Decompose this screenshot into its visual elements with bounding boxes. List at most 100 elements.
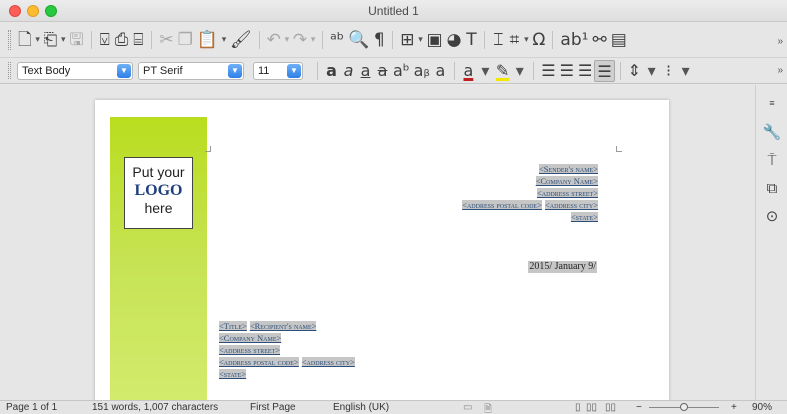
template-icon[interactable]: ⎗ (42, 29, 60, 51)
bullet-list-icon[interactable]: ⁝ (660, 60, 677, 82)
styles-icon[interactable]: ⍑ (762, 151, 782, 171)
textbox-icon[interactable]: T (463, 29, 479, 51)
toolbar-separator (453, 62, 455, 80)
sender-company-field[interactable]: <Company Name> (535, 176, 598, 186)
redo-icon[interactable]: ↷ (291, 29, 309, 51)
title-bar: Untitled 1 (0, 0, 787, 22)
recipient-name-field[interactable]: <Recipient's name> (249, 321, 317, 331)
font-color-icon[interactable]: a (460, 60, 477, 82)
find-replace-icon[interactable]: 🔍 (346, 29, 371, 51)
clone-formatting-icon[interactable]: 🖌 (228, 29, 254, 51)
sender-city-field[interactable]: <address city> (544, 200, 598, 210)
export-pdf-icon[interactable]: ⍌ (97, 29, 113, 51)
field-icon[interactable]: ⌗ (506, 29, 522, 51)
align-center-icon[interactable]: ☰ (558, 60, 576, 82)
print-preview-icon[interactable]: ⌸ (130, 29, 146, 51)
bullet-list-dropdown-arrow-icon[interactable]: ▾ (677, 60, 694, 82)
properties-wrench-icon[interactable]: 🔧 (759, 120, 787, 148)
italic-icon[interactable]: a (340, 60, 357, 82)
copy-icon[interactable]: ❐ (176, 29, 195, 51)
paste-icon[interactable]: 📋 (195, 29, 220, 51)
sender-postal-code-field[interactable]: <address postal code> (462, 200, 542, 210)
toolbar-overflow-icon[interactable]: » (777, 65, 783, 76)
page-style[interactable]: First Page (250, 402, 296, 413)
single-page-view-icon[interactable]: ▯ (575, 402, 581, 413)
book-view-icon[interactable]: ▯▯ (605, 402, 616, 413)
recipient-title-field[interactable]: <Title> (219, 321, 247, 331)
print-icon[interactable]: ⎙ (113, 29, 131, 51)
justify-icon[interactable]: ☰ (594, 60, 615, 82)
font-name-select[interactable]: PT Serif ▼ (138, 62, 244, 80)
date-field[interactable]: 2015/ January 9/ (528, 261, 597, 273)
formatting-marks-icon[interactable]: ¶ (371, 29, 387, 51)
special-character-icon[interactable]: Ω (530, 29, 547, 51)
table-dropdown-arrow-icon[interactable]: ▾ (417, 29, 425, 51)
comment-icon[interactable]: ▤ (609, 29, 629, 51)
zoom-out-button[interactable]: − (636, 402, 642, 413)
align-right-icon[interactable]: ☰ (576, 60, 594, 82)
word-count[interactable]: 151 words, 1,007 characters (92, 402, 218, 413)
footnote-icon[interactable]: ab¹ (558, 29, 590, 51)
document-page[interactable]: Put your LOGO here <Sender's name> <Comp… (95, 100, 669, 400)
zoom-in-button[interactable]: + (731, 402, 737, 413)
language[interactable]: English (UK) (333, 402, 389, 413)
strikethrough-icon[interactable]: a (374, 60, 391, 82)
multi-page-view-icon[interactable]: ▯▯ (586, 402, 597, 413)
save-icon[interactable]: 🖫 (67, 29, 85, 51)
toolbar-grip[interactable] (8, 62, 11, 79)
toolbar-overflow-icon[interactable]: » (777, 36, 783, 47)
zoom-level[interactable]: 90% (752, 402, 772, 413)
sender-state-field[interactable]: <state> (570, 212, 598, 222)
chevron-down-icon[interactable]: ▼ (228, 64, 242, 78)
redo-dropdown-arrow-icon[interactable]: ▾ (309, 29, 317, 51)
new-dropdown-arrow-icon[interactable]: ▾ (34, 29, 42, 51)
page-break-icon[interactable]: ⌶ (490, 29, 506, 51)
document-area[interactable]: Put your LOGO here <Sender's name> <Comp… (0, 85, 755, 400)
spellcheck-icon[interactable]: ᵃᵇ (328, 29, 346, 51)
font-size-select[interactable]: 11 ▼ (253, 62, 303, 80)
shadow-icon[interactable]: a (432, 60, 449, 82)
gallery-icon[interactable]: ⧉ (762, 179, 782, 199)
highlight-dropdown-arrow-icon[interactable]: ▾ (511, 60, 528, 82)
align-left-icon[interactable]: ☰ (539, 60, 557, 82)
recipient-state-field[interactable]: <state> (219, 369, 247, 379)
recipient-postal-code-field[interactable]: <address postal code> (219, 357, 299, 367)
selection-mode-icon[interactable]: ▭ (463, 402, 472, 413)
template-dropdown-arrow-icon[interactable]: ▾ (59, 29, 67, 51)
recipient-street-field[interactable]: <address street> (219, 345, 281, 355)
recipient-company-field[interactable]: <Company Name> (219, 333, 282, 343)
recipient-city-field[interactable]: <address city> (301, 357, 355, 367)
underline-icon[interactable]: a (357, 60, 374, 82)
document-modified-icon[interactable]: 🗎 (484, 402, 492, 414)
font-color-dropdown-arrow-icon[interactable]: ▾ (477, 60, 494, 82)
bold-icon[interactable]: a (323, 60, 340, 82)
new-icon[interactable]: 🗋 (16, 29, 34, 51)
zoom-slider-handle[interactable] (680, 403, 688, 411)
subscript-icon[interactable]: aᵦ (412, 60, 432, 82)
line-spacing-icon[interactable]: ⇕ (626, 60, 643, 82)
chart-icon[interactable]: ◕ (445, 29, 464, 51)
chevron-down-icon[interactable]: ▼ (117, 64, 131, 78)
logo-placeholder[interactable]: Put your LOGO here (124, 157, 193, 229)
line-spacing-dropdown-arrow-icon[interactable]: ▾ (643, 60, 660, 82)
window-title: Untitled 1 (368, 4, 419, 18)
sidebar-menu-icon[interactable]: ≡ (762, 93, 782, 113)
paragraph-style-select[interactable]: Text Body ▼ (17, 62, 133, 80)
paste-dropdown-arrow-icon[interactable]: ▾ (220, 29, 228, 51)
table-icon[interactable]: ⊞ (398, 29, 416, 51)
navigator-icon[interactable]: ⊙ (762, 207, 782, 227)
hyperlink-icon[interactable]: ⚯ (590, 29, 608, 51)
highlight-icon[interactable]: ✎ (494, 60, 511, 82)
chevron-down-icon[interactable]: ▼ (287, 64, 301, 78)
cut-icon[interactable]: ✂ (157, 29, 175, 51)
toolbar-separator (90, 31, 92, 49)
superscript-icon[interactable]: aᵇ (391, 60, 412, 82)
image-icon[interactable]: ▣ (425, 29, 445, 51)
field-dropdown-arrow-icon[interactable]: ▾ (522, 29, 530, 51)
toolbar-grip[interactable] (8, 30, 11, 50)
undo-dropdown-arrow-icon[interactable]: ▾ (283, 29, 291, 51)
sender-street-field[interactable]: <address street> (536, 188, 598, 198)
undo-icon[interactable]: ↶ (265, 29, 283, 51)
sender-name-field[interactable]: <Sender's name> (539, 164, 598, 174)
page-count[interactable]: Page 1 of 1 (6, 402, 57, 413)
